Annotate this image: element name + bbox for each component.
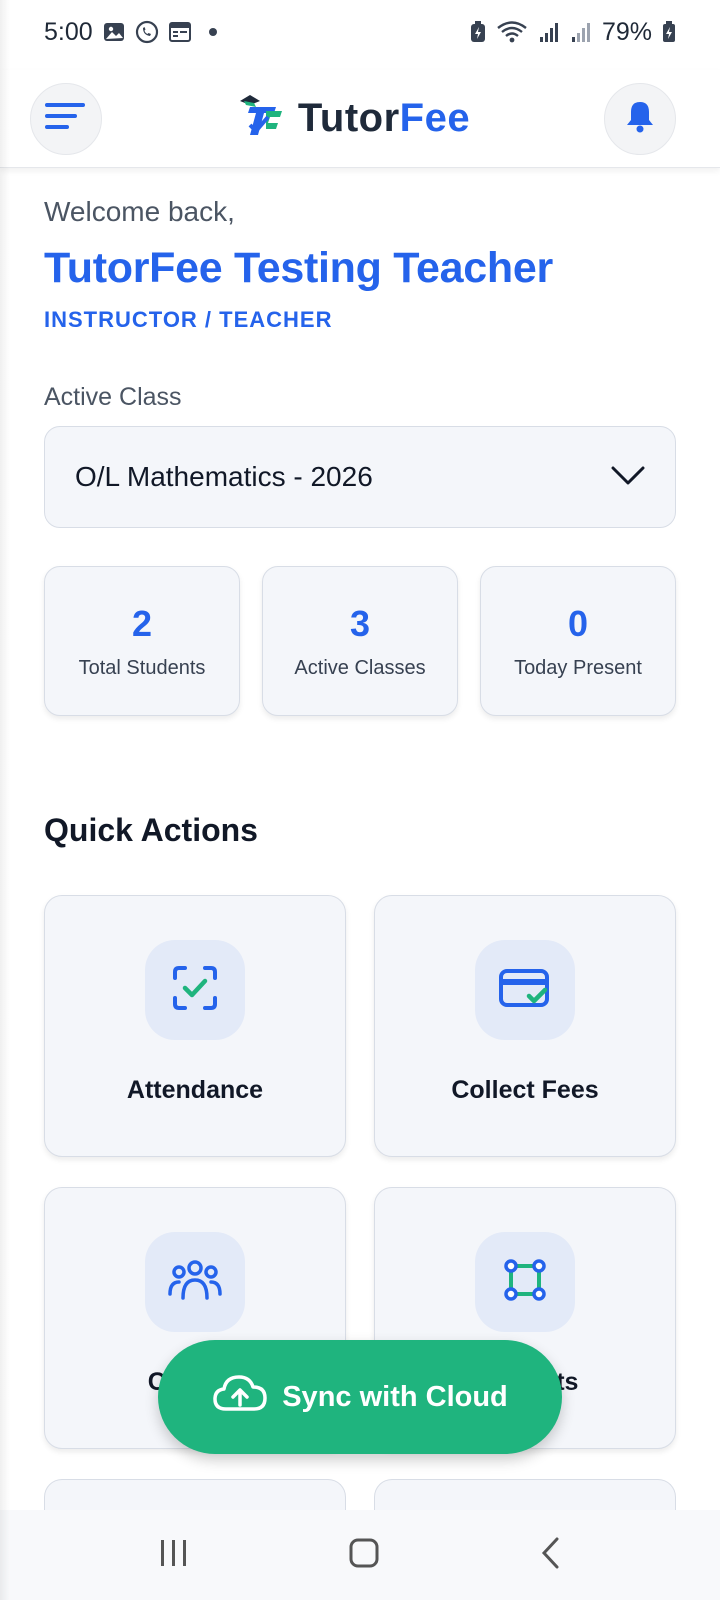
action-collect-fees[interactable]: Collect Fees [374, 895, 676, 1157]
wifi-icon [496, 20, 528, 44]
menu-button[interactable] [30, 82, 102, 155]
stats-row: 2 Total Students 3 Active Classes 0 Toda… [44, 566, 676, 716]
teacher-name: TutorFee Testing Teacher [44, 244, 553, 292]
stat-label: Active Classes [294, 656, 426, 679]
teacher-role: INSTRUCTOR / TEACHER [44, 307, 333, 332]
action-icon-bg [475, 940, 575, 1040]
bell-icon [625, 99, 655, 138]
action-icon-bg [145, 940, 245, 1040]
stat-value: 3 [349, 602, 371, 644]
sync-label: Sync with Cloud [282, 1380, 508, 1413]
stat-value: 2 [131, 602, 153, 644]
action-label: Collect Fees [451, 1076, 599, 1104]
welcome-text: Welcome back, [44, 196, 235, 227]
action-label: Attendance [126, 1076, 264, 1104]
back-button[interactable] [539, 1536, 561, 1575]
action-icon-bg [145, 1232, 245, 1332]
chevron-down-icon [611, 461, 645, 493]
calendar-icon [168, 21, 191, 43]
menu-icon [45, 101, 87, 136]
active-class-value: O/L Mathematics - 2026 [75, 461, 373, 492]
notifications-button[interactable] [604, 82, 676, 155]
gallery-icon [103, 21, 125, 43]
users-icon [168, 1258, 222, 1307]
main-content: Welcome back, TutorFee Testing Teacher I… [44, 196, 676, 1519]
active-class-label: Active Class [44, 383, 182, 411]
battery-icon [662, 21, 676, 43]
brand-part1: Tutor [297, 96, 400, 140]
stat-label: Total Students [78, 656, 206, 679]
brand-part2: Fee [399, 96, 471, 140]
stat-label: Today Present [514, 656, 642, 679]
status-time: 5:00 [44, 17, 93, 46]
nodes-icon [503, 1258, 547, 1307]
stat-total-students[interactable]: 2 Total Students [44, 566, 240, 716]
battery-saver-icon [470, 21, 486, 43]
battery-percent: 79% [601, 17, 652, 46]
card-check-icon [499, 968, 551, 1013]
recent-apps-button[interactable] [159, 1539, 189, 1572]
signal-icon-2 [570, 21, 592, 43]
system-nav-bar [0, 1510, 720, 1600]
active-class-select[interactable]: O/L Mathematics - 2026 [44, 426, 676, 528]
signal-icon [538, 21, 560, 43]
stat-active-classes[interactable]: 3 Active Classes [262, 566, 458, 716]
status-right: 79% [470, 18, 676, 47]
stat-today-present[interactable]: 0 Today Present [480, 566, 676, 716]
status-left: 5:00 [44, 18, 217, 47]
brand-name: TutorFee [298, 96, 470, 141]
whatsapp-icon [135, 20, 159, 44]
action-attendance[interactable]: Attendance [44, 895, 346, 1157]
notification-dot [208, 28, 217, 36]
home-button[interactable] [348, 1537, 380, 1574]
action-icon-bg [475, 1232, 575, 1332]
quick-actions-title: Quick Actions [44, 812, 258, 848]
stat-value: 0 [567, 602, 589, 644]
app-header: TutorFee [0, 70, 720, 168]
scan-check-icon [171, 964, 219, 1017]
brand: TutorFee [236, 91, 470, 146]
edge-shadow [0, 0, 10, 1600]
status-bar: 5:00 79% [0, 0, 720, 64]
tutorfee-logo-icon [236, 91, 286, 146]
cloud-upload-icon [212, 1373, 268, 1421]
sync-with-cloud-button[interactable]: Sync with Cloud [158, 1340, 562, 1454]
